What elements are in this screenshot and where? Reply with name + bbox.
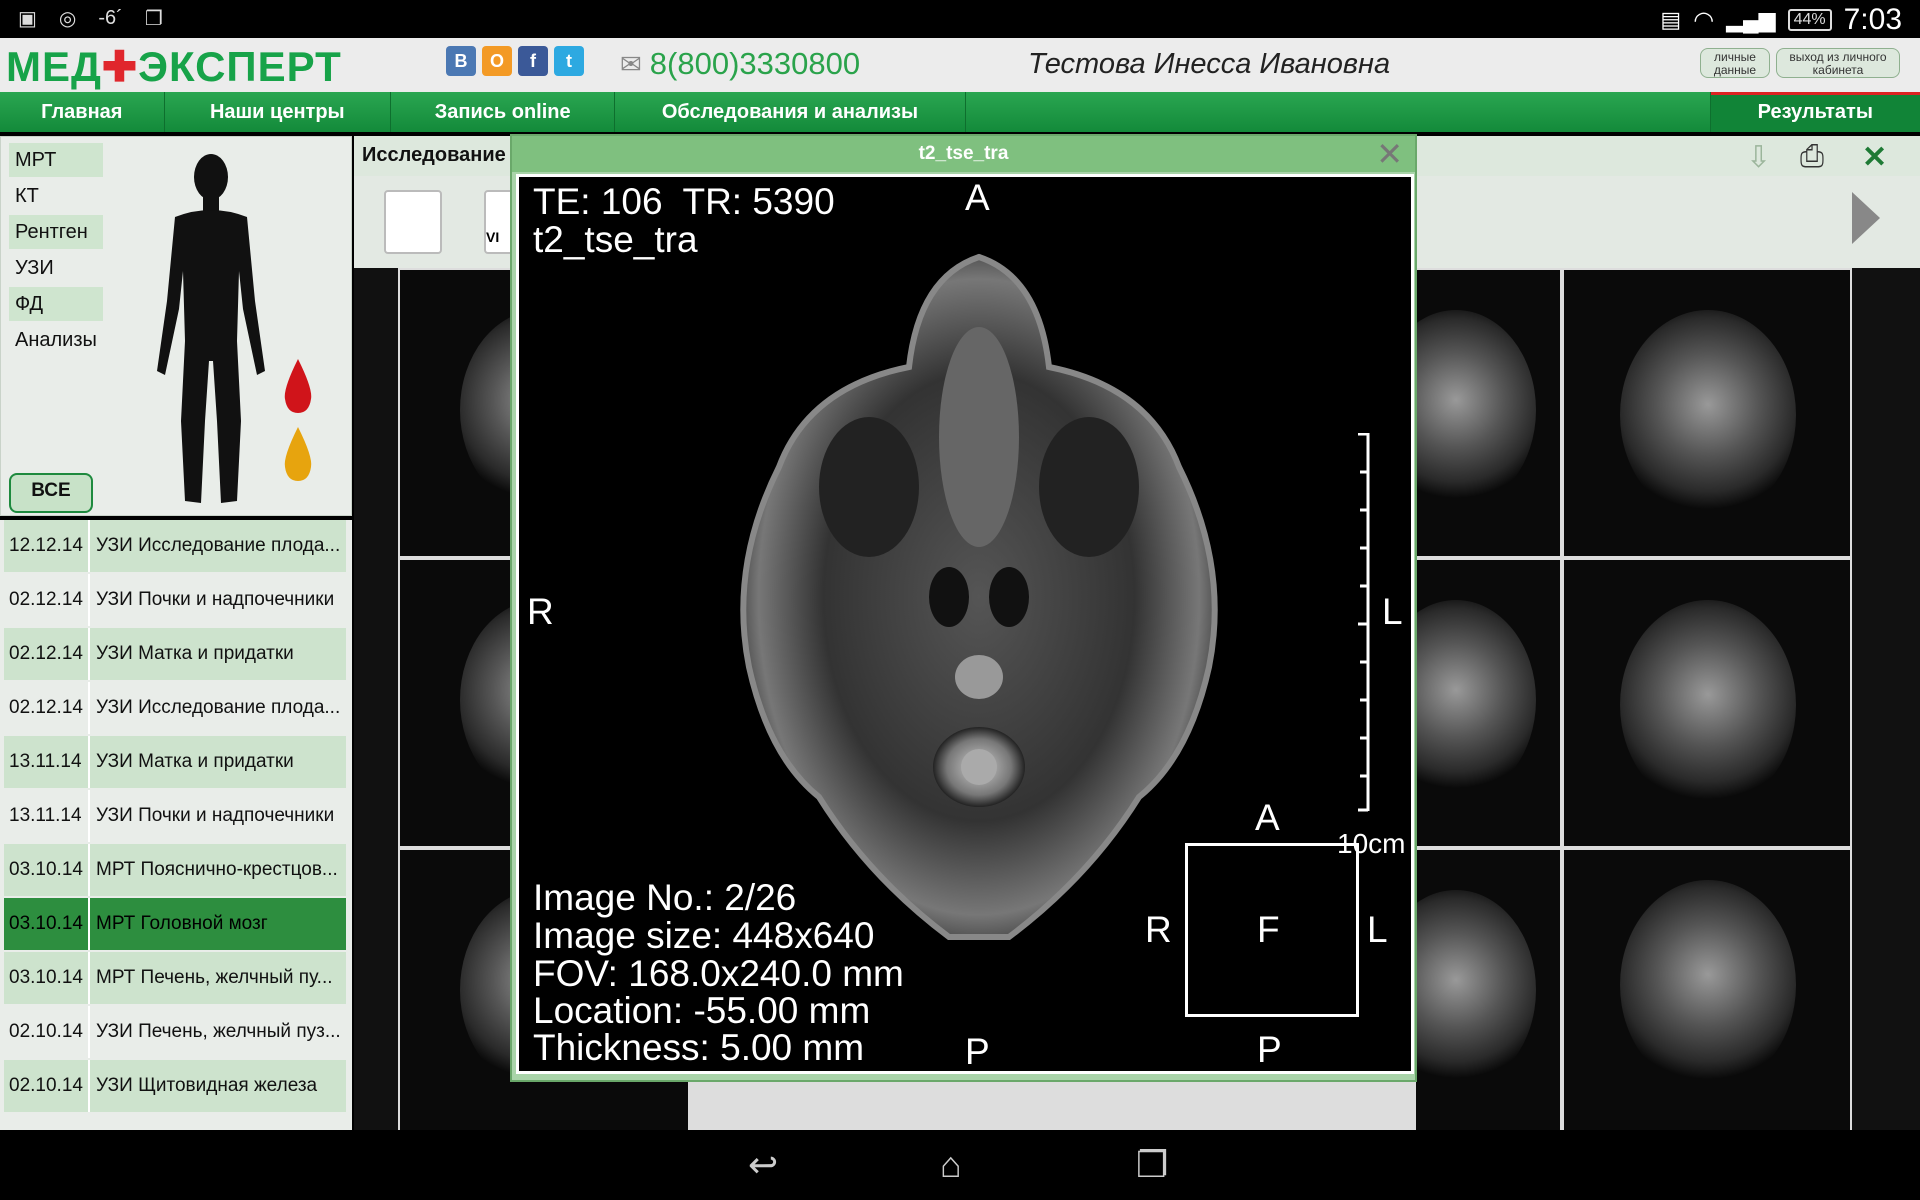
print-icon[interactable]: ⎙	[1800, 140, 1824, 174]
image-icon: ▣	[18, 8, 37, 30]
locator-right: L	[1367, 909, 1388, 950]
battery-icon: 44%	[1787, 9, 1832, 31]
twitter-icon[interactable]: t	[554, 46, 584, 76]
nav-centers[interactable]: Наши центры	[165, 92, 391, 132]
list-item[interactable]: 13.11.14 УЗИ Матка и придатки	[4, 736, 346, 788]
slice-location: Location: -55.00 mm	[533, 990, 871, 1031]
list-item[interactable]: 02.12.14 УЗИ Исследование плода...	[4, 682, 346, 734]
logo[interactable]: МЕД✚ЭКСПЕРТ	[6, 42, 342, 91]
slice-thickness: Thickness: 5.00 mm	[533, 1027, 865, 1068]
locator-top: A	[1255, 797, 1280, 838]
mri-image[interactable]: TE: 106 TR: 5390 t2_tse_tra A R L P Imag…	[516, 174, 1414, 1074]
recent-apps-icon[interactable]: ❐	[1136, 1144, 1168, 1186]
list-item[interactable]: 13.11.14 УЗИ Почки и надпочечники	[4, 790, 346, 842]
report-document-icon[interactable]	[384, 190, 442, 254]
odnoklassniki-icon[interactable]: О	[482, 46, 512, 76]
list-item[interactable]: 02.12.14 УЗИ Почки и надпочечники	[4, 574, 346, 626]
locator-left: R	[1145, 909, 1172, 950]
wifi-icon: ◠	[1693, 6, 1715, 34]
blood-drop-icon[interactable]	[283, 359, 313, 413]
device-icon: ❐	[144, 8, 163, 30]
list-item[interactable]: 02.10.14 УЗИ Печень, желчный пуз...	[4, 1006, 346, 1058]
body-silhouette-icon[interactable]	[151, 151, 271, 511]
orientation-left: R	[527, 591, 554, 632]
image-size: Image size: 448x640	[533, 915, 875, 956]
study-list: 12.12.14 УЗИ Исследование плода... 02.12.…	[0, 520, 352, 1130]
back-icon[interactable]: ↩	[748, 1144, 778, 1186]
list-item-selected[interactable]: 03.10.14 МРТ Головной мозг	[4, 898, 346, 950]
study-title: Исследование 0	[362, 144, 523, 166]
main-nav: Главная Наши центры Запись online Обслед…	[0, 92, 1920, 132]
sim-icon: ▤	[1660, 7, 1682, 32]
thumbnail[interactable]	[1564, 850, 1850, 1130]
download-icon[interactable]: ⇩	[1746, 140, 1771, 175]
mail-icon: ✉	[620, 48, 642, 79]
nav-results[interactable]: Результаты	[1710, 92, 1920, 132]
dialog-title: t2_tse_tra	[512, 136, 1415, 172]
scale-ruler	[1358, 433, 1370, 812]
phone-number[interactable]: ✉ 8(800)3330800	[620, 46, 860, 82]
list-item[interactable]: 03.10.14 МРТ Пояснично-крестцов...	[4, 844, 346, 896]
thumbnail[interactable]	[1416, 560, 1560, 846]
signal-icon: ▂▄▆	[1726, 7, 1776, 32]
category-panel: МРТ КТ Рентген УЗИ ФД Анализы ВСЕ	[0, 136, 352, 516]
category-mri[interactable]: МРТ	[9, 143, 103, 177]
user-name: Тестова Инесса Ивановна	[1028, 48, 1391, 80]
home-icon[interactable]: ⌂	[940, 1144, 962, 1186]
category-fd[interactable]: ФД	[9, 287, 103, 321]
sequence-params: TE: 106 TR: 5390	[533, 181, 835, 222]
temperature-text: -6´	[98, 7, 123, 29]
sync-icon: ◎	[58, 8, 77, 30]
logout-button[interactable]: выход из личного кабинета	[1776, 48, 1900, 78]
list-item[interactable]: 03.10.14 МРТ Печень, желчный пу...	[4, 952, 346, 1004]
urine-drop-icon[interactable]	[283, 427, 313, 481]
personal-data-button[interactable]: личные данные	[1700, 48, 1770, 78]
close-icon[interactable]: ✕	[1862, 140, 1887, 175]
status-bar: ▣ ◎ -6´ ❐ ▤ ◠ ▂▄▆ 44% 7:03	[0, 0, 1920, 38]
thumbnail[interactable]	[1416, 850, 1560, 1130]
category-xray[interactable]: Рентген	[9, 215, 103, 249]
thumbnail[interactable]	[1564, 270, 1850, 556]
category-analyses[interactable]: Анализы	[9, 323, 103, 357]
series-name: t2_tse_tra	[533, 219, 698, 260]
orientation-top: A	[965, 177, 990, 218]
image-number: Image No.: 2/26	[533, 877, 797, 918]
all-button[interactable]: ВСЕ	[9, 473, 93, 513]
list-item[interactable]: 02.12.14 УЗИ Матка и придатки	[4, 628, 346, 680]
close-icon[interactable]: ✕	[1376, 138, 1403, 170]
social-links: B О f t	[446, 46, 584, 76]
list-item[interactable]: 12.12.14 УЗИ Исследование плода...	[4, 520, 346, 572]
site-header: МЕД✚ЭКСПЕРТ B О f t ✉ 8(800)3330800 Тест…	[0, 38, 1920, 92]
system-nav-bar: ↩ ⌂ ❐	[0, 1130, 1920, 1200]
list-item[interactable]: 02.10.14 УЗИ Щитовидная железа	[4, 1060, 346, 1112]
facebook-icon[interactable]: f	[518, 46, 548, 76]
clock: 7:03	[1843, 3, 1902, 36]
field-of-view: FOV: 168.0x240.0 mm	[533, 953, 904, 994]
nav-spacer	[966, 92, 1711, 132]
thumbnail[interactable]	[1416, 270, 1560, 556]
vk-icon[interactable]: B	[446, 46, 476, 76]
locator-bottom: P	[1257, 1029, 1282, 1070]
nav-online-booking[interactable]: Запись online	[391, 92, 616, 132]
next-arrow-icon[interactable]	[1852, 192, 1880, 244]
category-ultrasound[interactable]: УЗИ	[9, 251, 103, 285]
mri-scan-image	[740, 253, 1218, 940]
category-ct[interactable]: КТ	[9, 179, 103, 213]
locator-center: F	[1257, 909, 1280, 950]
orientation-bottom: P	[965, 1031, 990, 1072]
nav-main[interactable]: Главная	[0, 92, 165, 132]
nav-exams[interactable]: Обследования и анализы	[615, 92, 966, 132]
thumbnail[interactable]	[1564, 560, 1850, 846]
orientation-right: L	[1382, 591, 1403, 632]
